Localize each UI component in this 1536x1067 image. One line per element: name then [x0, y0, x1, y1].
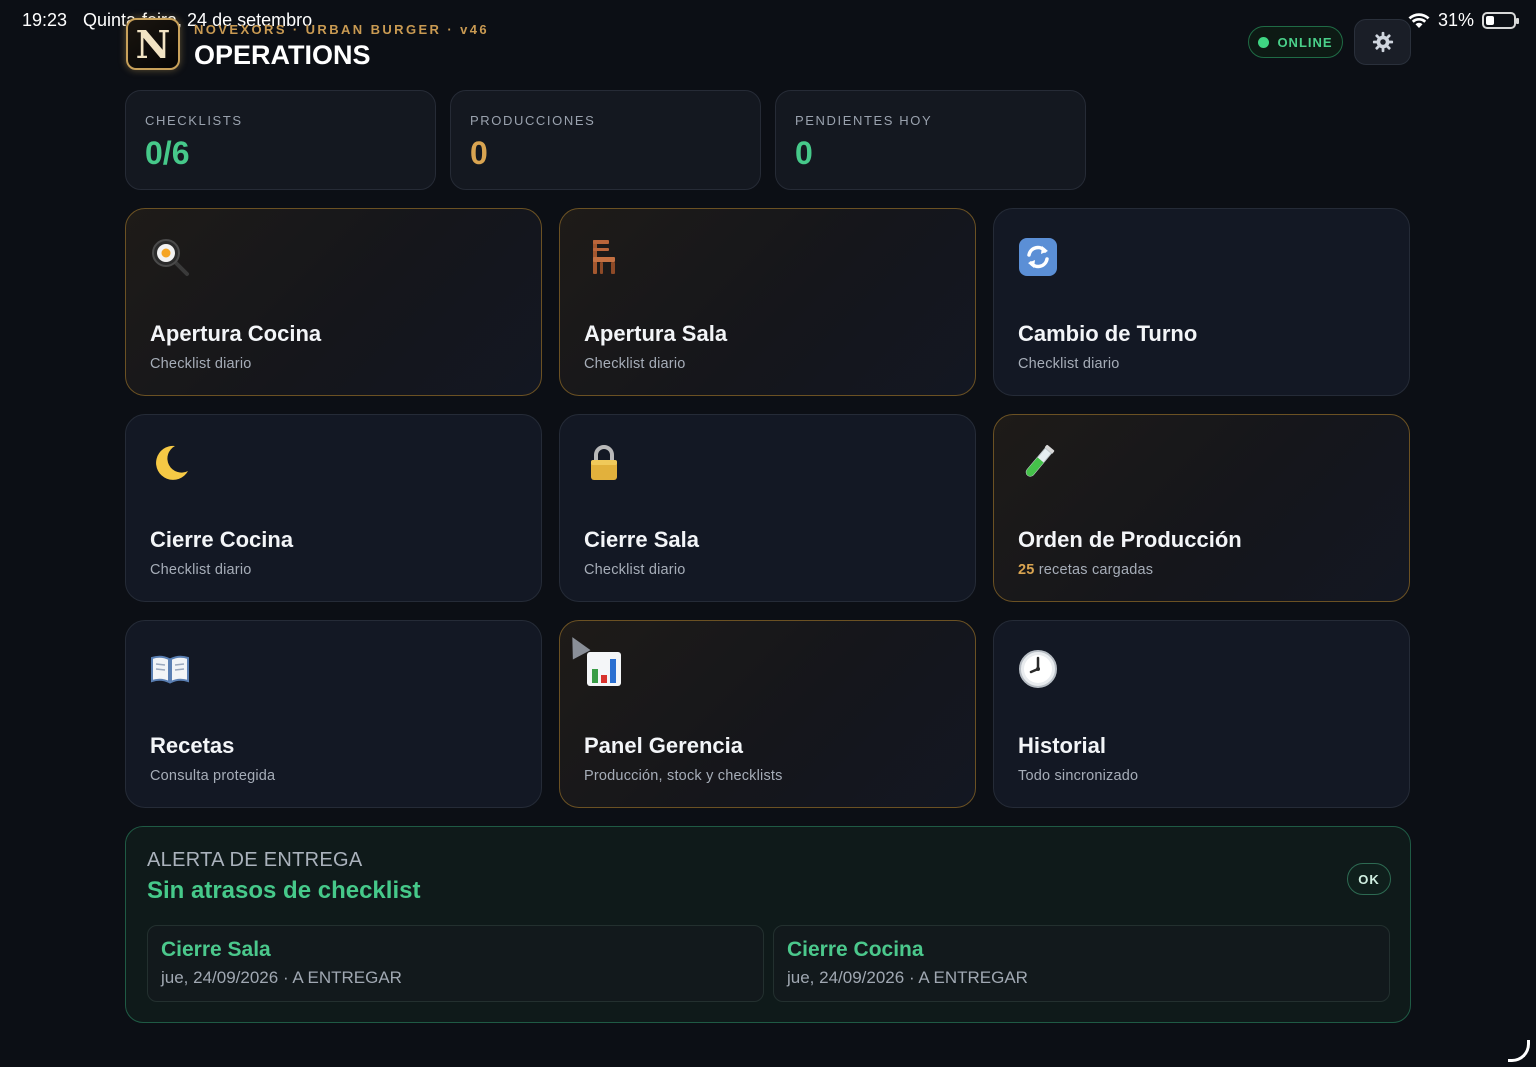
clock-icon — [1018, 649, 1058, 689]
frying-pan-icon — [150, 237, 190, 277]
wifi-icon — [1408, 12, 1430, 28]
alert-item-meta: jue, 24/09/2026 · A ENTREGAR — [161, 968, 402, 987]
battery-icon — [1482, 12, 1519, 29]
status-time: 19:23 — [22, 10, 68, 30]
tile-title: Apertura Cocina — [150, 321, 322, 346]
online-status-badge: ONLINE — [1248, 26, 1343, 58]
tile-historial[interactable]: Historial Todo sincronizado — [993, 620, 1410, 808]
brand-line: NOVEXORS · URBAN BURGER · v46 — [194, 22, 489, 37]
recipe-count-label: recetas cargadas — [1038, 562, 1154, 578]
tile-cierre-sala[interactable]: Cierre Sala Checklist diario — [559, 414, 976, 602]
gear-icon — [1372, 31, 1393, 53]
tile-subtitle: Checklist diario — [150, 356, 252, 372]
tile-subtitle: Todo sincronizado — [1018, 768, 1139, 784]
delivery-alert-panel: ALERTA DE ENTREGA Sin atrasos de checkli… — [125, 826, 1411, 1023]
tile-title: Recetas — [150, 733, 235, 758]
alert-item-name: Cierre Sala — [161, 938, 271, 961]
alert-item-name: Cierre Cocina — [787, 938, 924, 961]
battery-percent: 31% — [1437, 10, 1474, 30]
online-dot-icon — [1258, 36, 1270, 48]
alert-item[interactable]: Cierre Sala jue, 24/09/2026 · A ENTREGAR — [147, 925, 764, 1002]
recipe-count: 25 — [1018, 562, 1035, 578]
tile-title: Apertura Sala — [584, 321, 728, 346]
tile-title: Orden de Producción — [1018, 527, 1242, 552]
tile-recetas[interactable]: Recetas Consulta protegida — [125, 620, 542, 808]
stat-label: PENDIENTES HOY — [795, 113, 933, 128]
stat-value: 0/6 — [145, 135, 190, 171]
tile-cierre-cocina[interactable]: Cierre Cocina Checklist diario — [125, 414, 542, 602]
tile-subtitle: Producción, stock y checklists — [584, 768, 783, 784]
stat-value: 0 — [470, 135, 488, 171]
tile-title: Historial — [1018, 733, 1107, 758]
tile-title: Cierre Cocina — [150, 527, 294, 552]
lock-icon — [584, 443, 624, 483]
online-label: ONLINE — [1277, 34, 1333, 50]
tile-subtitle: Checklist diario — [584, 356, 686, 372]
app-logo: N — [126, 18, 180, 70]
stat-card-producciones: PRODUCCIONES 0 — [450, 90, 761, 190]
tile-subtitle: Checklist diario — [1018, 356, 1120, 372]
alert-title: Sin atrasos de checklist — [147, 877, 421, 904]
tile-cambio-de-turno[interactable]: Cambio de Turno Checklist diario — [993, 208, 1410, 396]
chair-icon — [584, 237, 624, 277]
alert-item-meta: jue, 24/09/2026 · A ENTREGAR — [787, 968, 1028, 987]
alert-label: ALERTA DE ENTREGA — [147, 849, 363, 871]
tile-apertura-sala[interactable]: Apertura Sala Checklist diario — [559, 208, 976, 396]
stat-label: PRODUCCIONES — [470, 113, 596, 128]
crescent-moon-icon — [150, 443, 190, 483]
open-book-icon — [150, 649, 190, 689]
tile-subtitle: Consulta protegida — [150, 768, 276, 784]
tile-orden-de-produccion[interactable]: Orden de Producción 25 recetas cargadas — [993, 414, 1410, 602]
stat-card-checklists: CHECKLISTS 0/6 — [125, 90, 436, 190]
test-tube-icon — [1018, 443, 1058, 483]
status-right: 31% — [1408, 10, 1519, 31]
logo-letter: N — [135, 21, 171, 67]
tile-title: Cambio de Turno — [1018, 321, 1198, 346]
stat-value: 0 — [795, 135, 813, 171]
page-title: OPERATIONS — [194, 40, 371, 70]
refresh-icon — [1018, 237, 1058, 277]
alert-item[interactable]: Cierre Cocina jue, 24/09/2026 · A ENTREG… — [773, 925, 1390, 1002]
tile-apertura-cocina[interactable]: Apertura Cocina Checklist diario — [125, 208, 542, 396]
corner-indicator-icon — [1508, 1040, 1530, 1062]
tile-subtitle: Checklist diario — [150, 562, 252, 578]
tile-title: Cierre Sala — [584, 527, 699, 552]
tile-title: Panel Gerencia — [584, 733, 743, 758]
tile-subtitle: 25 recetas cargadas — [1018, 562, 1153, 578]
stat-label: CHECKLISTS — [145, 113, 243, 128]
tile-panel-gerencia[interactable]: Panel Gerencia Producción, stock y check… — [559, 620, 976, 808]
tile-subtitle: Checklist diario — [584, 562, 686, 578]
ok-button[interactable]: OK — [1347, 863, 1391, 895]
bar-chart-icon — [584, 649, 624, 689]
settings-button[interactable] — [1354, 19, 1411, 65]
stat-card-pendientes-hoy: PENDIENTES HOY 0 — [775, 90, 1086, 190]
